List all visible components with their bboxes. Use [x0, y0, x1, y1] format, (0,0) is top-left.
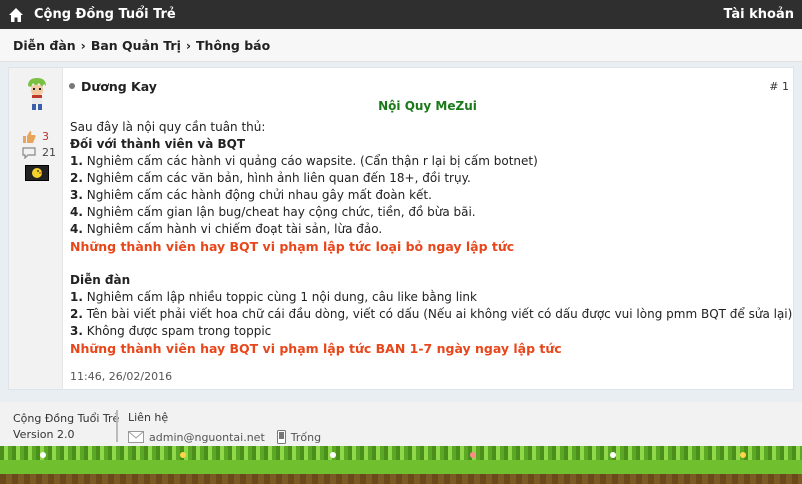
rule-number: 2.	[70, 171, 83, 185]
rule-text: Nghiêm cấm các hành vi quảng cáo wapsite…	[82, 154, 538, 168]
warning-text: Những thành viên hay BQT vi phạm lập tức…	[70, 239, 515, 254]
post: 3 21 Dương Kay # 1 Nội Quy MeZui Sau đây…	[8, 67, 794, 390]
top-bar: Cộng Đồng Tuổi Trẻ Tài khoản	[0, 0, 802, 29]
footer-site-name: Cộng Đồng Tuổi Trẻ	[13, 412, 120, 425]
breadcrumb-item-admin[interactable]: Ban Quản Trị	[91, 38, 181, 53]
breadcrumb: Diễn đàn › Ban Quản Trị › Thông báo	[0, 29, 802, 62]
rule-line: 3. Không được spam trong toppic	[70, 323, 785, 340]
contact-label: Liên hệ	[128, 411, 169, 424]
flower-icon	[610, 452, 616, 458]
breadcrumb-item-forum[interactable]: Diễn đàn	[13, 38, 76, 53]
rule-number: 2.	[70, 307, 83, 321]
rule-line: 2. Tên bài viết phải viết hoa chữ cái đầ…	[70, 306, 792, 323]
grass-strip	[0, 446, 802, 460]
likes-stat: 3	[22, 130, 49, 143]
flower-icon	[740, 452, 746, 458]
avatar[interactable]	[24, 76, 50, 112]
rule-text: Nghiêm cấm gian lận bug/cheat hay cộng c…	[82, 205, 476, 219]
rule-text: Nghiêm cấm các hành động chửi nhau gây m…	[82, 188, 432, 202]
rule-number: 3.	[70, 324, 83, 338]
rule-number: 1.	[70, 290, 83, 304]
comments-count: 21	[42, 146, 56, 159]
mail-icon	[128, 431, 144, 443]
rule-text: Tên bài viết phải viết hoa chữ cái đầu d…	[82, 307, 793, 321]
thumbs-up-icon	[23, 130, 36, 143]
rule-line: 2. Nghiêm cấm các văn bản, hình ảnh liên…	[70, 170, 785, 187]
rule-text: Nghiêm cấm hành vi chiếm đoạt tài sản, l…	[82, 222, 383, 236]
flower-icon	[330, 452, 336, 458]
phone-icon	[276, 430, 286, 444]
author-column: 3 21	[9, 68, 63, 389]
rule-text: Nghiêm cấm các văn bản, hình ảnh liên qu…	[82, 171, 471, 185]
main-content: 3 21 Dương Kay # 1 Nội Quy MeZui Sau đây…	[0, 62, 802, 402]
section-title: Diễn đàn	[70, 273, 131, 287]
rule-line: 4. Nghiêm cấm gian lận bug/cheat hay cộn…	[70, 204, 785, 221]
rule-text: Không được spam trong toppic	[82, 324, 272, 338]
account-link[interactable]: Tài khoản	[724, 7, 794, 22]
section-title: Đối với thành viên và BQT	[70, 137, 246, 151]
speech-bubble-icon	[22, 146, 36, 159]
breadcrumb-separator: ›	[80, 37, 86, 53]
footer-site-info: Cộng Đồng Tuổi Trẻ Version 2.0	[13, 411, 119, 443]
rule-number: 4.	[70, 205, 83, 219]
post-header: Dương Kay # 1	[69, 76, 789, 96]
breadcrumb-item-announcement[interactable]: Thông báo	[196, 38, 270, 53]
online-status-dot	[69, 83, 75, 89]
warning-text: Những thành viên hay BQT vi phạm lập tức…	[70, 341, 562, 356]
author-name[interactable]: Dương Kay	[81, 79, 157, 94]
post-timestamp: 11:46, 26/02/2016	[70, 370, 173, 383]
flower-icon	[180, 452, 186, 458]
post-body: Nội Quy MeZui Sau đây là nội quy cần tuâ…	[70, 98, 792, 357]
likes-count: 3	[42, 130, 49, 143]
footer-contact: Liên hệ admin@nguontai.net Trống	[128, 411, 333, 444]
post-number[interactable]: # 1	[769, 80, 789, 93]
chick-icon	[32, 168, 42, 178]
footer-version: Version 2.0	[13, 428, 75, 441]
rank-badge	[25, 165, 49, 181]
footer-divider	[116, 410, 118, 442]
flower-icon	[470, 452, 476, 458]
rule-number: 1.	[70, 154, 83, 168]
grass-decoration	[0, 446, 802, 484]
site-title[interactable]: Cộng Đồng Tuổi Trẻ	[34, 7, 176, 22]
contact-phone: Trống	[276, 430, 322, 444]
rule-number: 3.	[70, 188, 83, 202]
rule-text: Nghiêm cấm lập nhiều toppic cùng 1 nội d…	[82, 290, 477, 304]
rule-line: 1. Nghiêm cấm lập nhiều toppic cùng 1 nộ…	[70, 289, 785, 306]
rule-line: 1. Nghiêm cấm các hành vi quảng cáo waps…	[70, 153, 785, 170]
rule-line: 3. Nghiêm cấm các hành động chửi nhau gâ…	[70, 187, 785, 204]
contact-email[interactable]: admin@nguontai.net	[128, 431, 265, 444]
flower-icon	[40, 452, 46, 458]
intro-text: Sau đây là nội quy cần tuân thủ:	[70, 120, 266, 134]
contact-row: admin@nguontai.net Trống	[128, 430, 333, 444]
contact-email-text[interactable]: admin@nguontai.net	[149, 431, 265, 444]
contact-phone-text: Trống	[290, 430, 322, 444]
comments-stat: 21	[22, 146, 56, 159]
breadcrumb-separator: ›	[185, 37, 192, 53]
rules-title: Nội Quy MeZui	[378, 99, 477, 113]
rule-line: 4. Nghiêm cấm hành vi chiếm đoạt tài sản…	[70, 221, 785, 238]
dirt-strip	[0, 474, 802, 484]
home-icon[interactable]	[8, 7, 24, 23]
rule-number: 4.	[70, 222, 83, 236]
